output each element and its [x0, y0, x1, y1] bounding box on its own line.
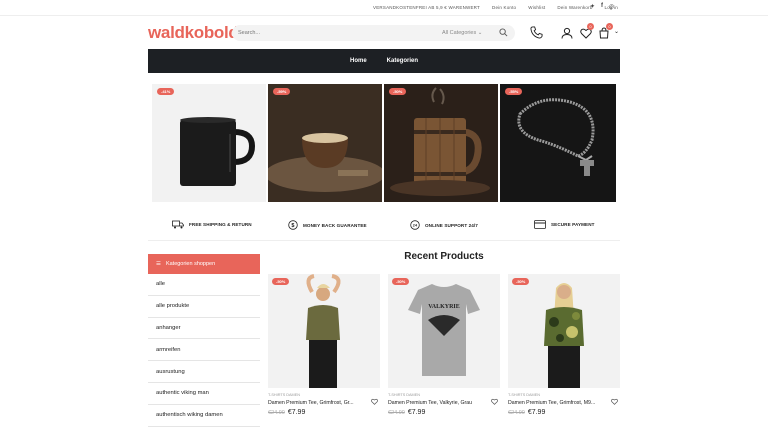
product-price: €24.90 €7.99 — [508, 409, 545, 416]
wishlist-heart-icon[interactable] — [371, 392, 378, 410]
product-category[interactable]: T-SHIRTS DAMEN — [508, 393, 540, 397]
facebook-icon[interactable]: f — [601, 3, 603, 10]
discount-badge: -50% — [392, 278, 410, 285]
feature-label: ONLINE SUPPORT 24/7 — [425, 222, 478, 228]
product-image[interactable]: -50% — [268, 274, 380, 388]
cart-link[interactable]: Dein Warenkorb — [557, 5, 592, 10]
product-image[interactable]: -50% — [508, 274, 620, 388]
banner-wooden-tankard[interactable]: -50% — [384, 84, 498, 202]
cart-icon[interactable]: 0 — [598, 23, 613, 44]
shipping-notice: VERSANDKOSTENFREI AB 5,9 € WARENWERT — [373, 5, 480, 10]
top-bar: VERSANDKOSTENFREI AB 5,9 € WARENWERT Dei… — [0, 0, 768, 16]
camo-tee-woman — [508, 274, 620, 388]
black-mug-image — [180, 117, 256, 186]
svg-text:$: $ — [291, 223, 294, 229]
chevron-down-icon[interactable]: ⌄ — [614, 28, 619, 35]
discount-badge: -55% — [505, 88, 523, 95]
thor-hammer-necklace-image — [500, 84, 616, 202]
account-link[interactable]: Dein Konto — [492, 5, 516, 10]
instagram-icon[interactable]: ◎ — [609, 3, 614, 10]
banner-coconut-cup[interactable]: -59% — [268, 84, 382, 202]
card-icon — [534, 220, 546, 229]
product-name[interactable]: Damen Premium Tee, Grimfrost, Gr... — [268, 400, 354, 406]
menu-icon: ☰ — [156, 261, 161, 267]
phone-icon[interactable] — [530, 26, 543, 44]
grey-valkyrie-tee: VALKYRIE — [388, 274, 500, 388]
category-sidebar: ☰ Kategorien shoppen alle alle produkte … — [148, 254, 260, 427]
product-card[interactable]: VALKYRIE -50% T-SHIRTS DAMEN Damen Premi… — [388, 274, 500, 432]
truck-icon — [172, 220, 184, 229]
sidebar-item-alle[interactable]: alle — [148, 274, 260, 296]
feature-label: MONEY BACK GUARANTEE — [303, 222, 367, 228]
search-icon[interactable] — [499, 28, 508, 39]
svg-text:VALKYRIE: VALKYRIE — [428, 304, 460, 310]
sidebar-item-authentic-viking-man[interactable]: authentic viking man — [148, 383, 260, 405]
discount-badge: -50% — [512, 278, 530, 285]
heart-icon[interactable]: 0 — [580, 23, 594, 44]
product-category[interactable]: T-SHIRTS DAMEN — [268, 393, 300, 397]
section-title: Recent Products — [404, 251, 484, 262]
product-card[interactable]: -50% T-SHIRTS DAMEN Damen Premium Tee, G… — [268, 274, 380, 432]
feature-label: SECURE PAYMENT — [551, 222, 595, 227]
sidebar-item-ausrustung[interactable]: ausrustung — [148, 361, 260, 383]
feature-shipping: FREE SHIPPING & RETURN — [172, 220, 252, 229]
wishlist-heart-icon[interactable] — [491, 392, 498, 410]
product-name[interactable]: Damen Premium Tee, Grimfrost, M9... — [508, 400, 595, 406]
wishlist-count-badge: 0 — [587, 23, 594, 30]
product-price: €24.90 €7.99 — [268, 409, 305, 416]
product-category[interactable]: T-SHIRTS DAMEN — [388, 393, 420, 397]
feature-strip: FREE SHIPPING & RETURN $ MONEY BACK GUAR… — [148, 215, 620, 241]
wishlist-heart-icon[interactable] — [611, 392, 618, 410]
discount-badge: -50% — [389, 88, 407, 95]
cart-count-badge: 0 — [606, 23, 613, 30]
old-price: €24.90 — [508, 410, 525, 416]
social-links: ✦ f ◎ — [590, 3, 614, 10]
sidebar-item-alle-produkte[interactable]: alle produkte — [148, 296, 260, 318]
main-nav: Home Kategorien — [148, 49, 620, 73]
sidebar-item-armreifen[interactable]: armreifen — [148, 339, 260, 362]
old-price: €24.90 — [268, 410, 285, 416]
current-price: €7.99 — [287, 409, 306, 416]
wooden-tankard-image — [384, 84, 498, 202]
discount-badge: -50% — [272, 278, 290, 285]
product-price: €24.90 €7.99 — [388, 409, 425, 416]
nav-kategorien[interactable]: Kategorien — [387, 58, 418, 64]
search-bar: All Categories ⌄ — [232, 25, 515, 41]
promo-banners: -41% -59% -50% -55% — [148, 84, 620, 202]
banner-necklace[interactable]: -55% — [500, 84, 616, 202]
old-price: €24.90 — [388, 410, 405, 416]
feature-secure-payment: SECURE PAYMENT — [534, 220, 595, 229]
product-card[interactable]: -50% T-SHIRTS DAMEN Damen Premium Tee, G… — [508, 274, 620, 432]
sidebar-header[interactable]: ☰ Kategorien shoppen — [148, 254, 260, 274]
search-input[interactable] — [238, 30, 418, 36]
sidebar-title: Kategorien shoppen — [165, 261, 216, 267]
current-price: €7.99 — [527, 409, 546, 416]
dollar-icon: $ — [288, 220, 298, 230]
nav-home[interactable]: Home — [350, 58, 367, 64]
support-icon: 24 — [410, 220, 420, 230]
sidebar-item-anhanger[interactable]: anhanger — [148, 318, 260, 340]
wishlist-link[interactable]: Wishlist — [528, 5, 545, 10]
twitter-icon[interactable]: ✦ — [590, 3, 595, 10]
olive-tee-woman — [268, 274, 380, 388]
coconut-cup-image — [268, 84, 382, 202]
logo[interactable]: waldkobold — [148, 23, 239, 43]
sidebar-item-authentisch-wiking-damen[interactable]: authentisch wiking damen — [148, 405, 260, 427]
category-select[interactable]: All Categories ⌄ — [442, 30, 482, 36]
discount-badge: -59% — [273, 88, 291, 95]
header: waldkobold All Categories ⌄ 0 0 ⌄ — [0, 16, 768, 50]
discount-badge: -41% — [157, 88, 175, 95]
svg-text:24: 24 — [413, 224, 418, 228]
product-image[interactable]: VALKYRIE -50% — [388, 274, 500, 388]
current-price: €7.99 — [407, 409, 426, 416]
user-icon[interactable] — [561, 26, 573, 44]
feature-support: 24 ONLINE SUPPORT 24/7 — [410, 220, 478, 230]
banner-mug[interactable]: -41% — [152, 84, 266, 202]
feature-label: FREE SHIPPING & RETURN — [189, 222, 252, 227]
feature-money-back: $ MONEY BACK GUARANTEE — [288, 220, 367, 230]
product-name[interactable]: Damen Premium Tee, Valkyrie, Grau — [388, 400, 472, 406]
